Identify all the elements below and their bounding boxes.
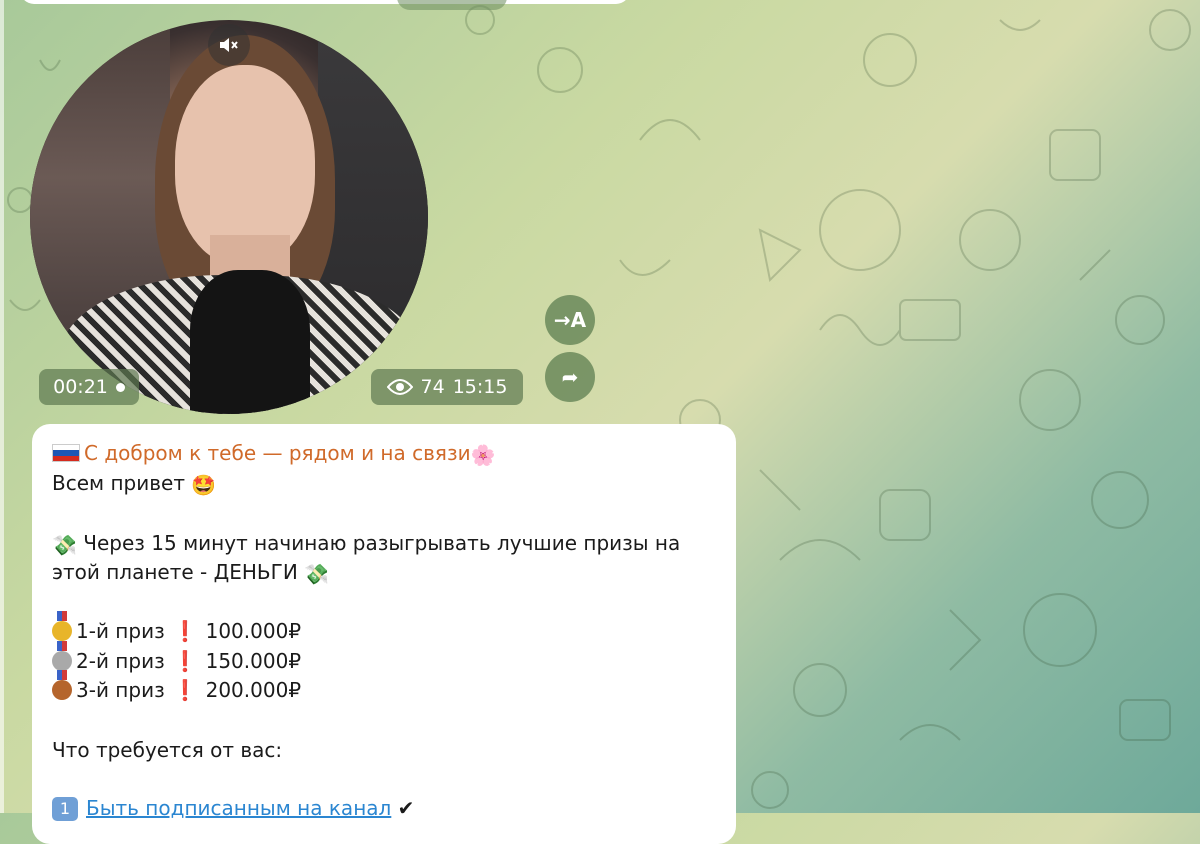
- greeting-line: Всем привет 🤩: [52, 471, 216, 497]
- message-title: С добром к тебе — рядом и на связи: [84, 441, 471, 465]
- view-count: 74: [420, 376, 445, 398]
- announcement-line-2: этой планете - ДЕНЬГИ 💸: [52, 560, 329, 586]
- announcement-line-1: 💸 Через 15 минут начинаю разыгрывать луч…: [52, 531, 680, 557]
- video-duration-badge: 00:21: [39, 369, 139, 405]
- prize-line: 2-й приз ❗ 150.000₽: [52, 641, 302, 673]
- previous-message-bubble: [20, 0, 630, 4]
- left-panel-edge: [0, 0, 4, 813]
- prize-line: 3-й приз ❗ 200.000₽: [52, 670, 302, 702]
- russia-flag-icon: [52, 444, 80, 462]
- forward-button[interactable]: ➦: [545, 352, 595, 402]
- muted-speaker-icon: [220, 38, 238, 52]
- channel-link[interactable]: Быть подписанным на канал: [86, 796, 391, 820]
- prize-label: 1-й приз: [76, 619, 165, 643]
- message-meta-badge: 74 15:15: [371, 369, 523, 405]
- prize-amount: 200.000₽: [205, 678, 302, 702]
- check-mark-icon: ✔: [397, 796, 415, 820]
- exclamation-icon: ❗: [172, 678, 198, 702]
- requirement-line: 1 Быть подписанным на канал ✔: [52, 796, 414, 821]
- prize-amount: 150.000₽: [205, 649, 302, 673]
- gold-medal-icon: [52, 611, 72, 641]
- eye-icon: [386, 379, 413, 395]
- message-bubble: С добром к тебе — рядом и на связи🌸 Всем…: [32, 424, 736, 844]
- announcement-text-2: этой планете - ДЕНЬГИ: [52, 560, 305, 584]
- requirements-header: Что требуется от вас:: [52, 738, 283, 762]
- message-time: 15:15: [452, 376, 508, 398]
- bronze-medal-icon: [52, 670, 72, 700]
- money-wings-emoji: 💸: [304, 561, 330, 586]
- video-duration: 00:21: [53, 376, 108, 398]
- previous-message-meta: [397, 0, 507, 10]
- star-struck-emoji: 🤩: [191, 472, 217, 497]
- message-title-line: С добром к тебе — рядом и на связи🌸: [52, 441, 495, 467]
- exclamation-icon: ❗: [172, 649, 198, 673]
- exclamation-icon: ❗: [172, 619, 198, 643]
- flower-emoji: 🌸: [470, 442, 496, 467]
- video-person-top: [190, 270, 310, 414]
- announcement-text-1: Через 15 минут начинаю разыгрывать лучши…: [76, 531, 681, 555]
- prize-label: 3-й приз: [76, 678, 165, 702]
- prize-label: 2-й приз: [76, 649, 165, 673]
- prize-amount: 100.000₽: [205, 619, 302, 643]
- money-wings-emoji: 💸: [52, 532, 77, 557]
- video-message[interactable]: [30, 20, 428, 414]
- prize-line: 1-й приз ❗ 100.000₽: [52, 611, 302, 643]
- keycap-number-icon: 1: [52, 797, 78, 821]
- mute-button[interactable]: [208, 24, 250, 66]
- silver-medal-icon: [52, 641, 72, 671]
- translate-button[interactable]: →A: [545, 295, 595, 345]
- unread-dot-icon: [115, 382, 125, 392]
- forward-arrow-icon: ➦: [561, 365, 579, 389]
- greeting-text: Всем привет: [52, 471, 185, 495]
- translate-icon: →A: [553, 308, 587, 332]
